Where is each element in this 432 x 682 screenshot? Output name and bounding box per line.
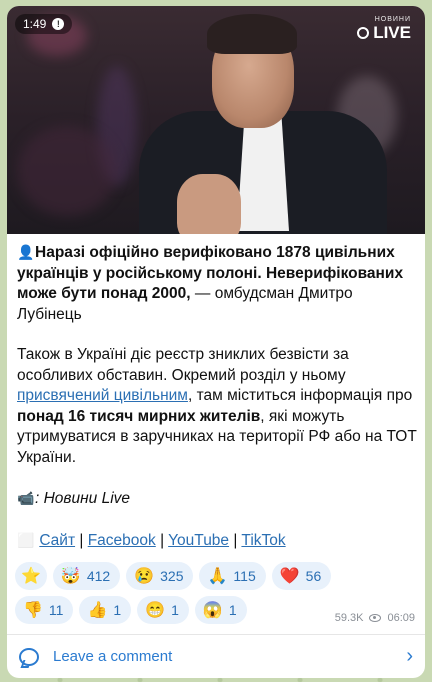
reaction-pray[interactable]: 🙏 115 bbox=[199, 562, 266, 590]
post-meta: 59.3K 06:09 bbox=[335, 612, 415, 624]
facebook-link[interactable]: Facebook bbox=[88, 532, 156, 549]
star-reaction[interactable]: ⭐ bbox=[15, 562, 47, 590]
reaction-crying[interactable]: 😢 325 bbox=[126, 562, 194, 590]
video-player[interactable]: 1:49 ! НОВИНИ LIVE bbox=[7, 6, 425, 234]
source-line: 📹: Новини Live bbox=[17, 490, 131, 507]
post-time: 06:09 bbox=[387, 612, 415, 624]
crying-icon: 😢 bbox=[134, 568, 155, 585]
mute-icon[interactable]: ! bbox=[52, 18, 65, 30]
paragraph-1: 👤Наразі офіційно верифіковано 1878 цивіл… bbox=[17, 244, 404, 323]
eye-icon bbox=[369, 614, 382, 622]
civilians-section-link[interactable]: присвячений цивільним bbox=[17, 387, 188, 404]
heart-icon: ❤️ bbox=[279, 568, 300, 585]
channel-logo: НОВИНИ LIVE bbox=[357, 16, 411, 43]
logo-circle-icon bbox=[357, 27, 370, 39]
thumbs-up-icon: 👍 bbox=[87, 602, 108, 619]
person-icon: 👤 bbox=[17, 244, 35, 260]
thumbs-down-icon: 👎 bbox=[23, 602, 43, 619]
reaction-thumbs-up[interactable]: 👍 1 bbox=[79, 596, 132, 624]
tiktok-link[interactable]: TikTok bbox=[241, 532, 285, 549]
reaction-mind-blown[interactable]: 🤯 412 bbox=[52, 562, 121, 590]
square-icon: ⬜ bbox=[17, 531, 35, 548]
paragraph-2: Також в Україні діє реєстр зниклих безві… bbox=[17, 346, 417, 466]
pray-icon: 🙏 bbox=[207, 568, 228, 585]
reaction-thumbs-down[interactable]: 👎 11 bbox=[15, 596, 74, 624]
video-camera-icon: 📹 bbox=[17, 490, 35, 506]
video-duration-badge: 1:49 ! bbox=[15, 14, 73, 34]
chevron-right-icon: › bbox=[406, 645, 413, 667]
star-icon: ⭐ bbox=[21, 568, 41, 585]
view-count: 59.3K bbox=[334, 612, 364, 624]
social-links: ⬜ Сайт | Facebook | YouTube | TikTok bbox=[17, 531, 286, 549]
youtube-link[interactable]: YouTube bbox=[168, 532, 229, 549]
reaction-row-1: ⭐ 🤯 412 😢 325 🙏 115 ❤️ 56 bbox=[15, 562, 425, 590]
post-text: 👤Наразі офіційно верифіковано 1878 цивіл… bbox=[17, 242, 417, 551]
channel-post: 1:49 ! НОВИНИ LIVE 👤Наразі офіційно вери… bbox=[7, 6, 425, 678]
reaction-grin[interactable]: 😁 1 bbox=[137, 596, 189, 624]
grin-icon: 😁 bbox=[145, 602, 166, 619]
speaker-hand bbox=[177, 174, 241, 234]
scream-icon: 😱 bbox=[202, 602, 223, 619]
leave-comment-label: Leave a comment bbox=[53, 648, 173, 665]
duration-text: 1:49 bbox=[23, 17, 47, 31]
reaction-scream[interactable]: 😱 1 bbox=[194, 596, 247, 624]
comment-bubble-icon bbox=[19, 647, 39, 666]
reaction-heart[interactable]: ❤️ 56 bbox=[271, 562, 332, 590]
mind-blown-icon: 🤯 bbox=[60, 568, 81, 585]
leave-comment-button[interactable]: Leave a comment › bbox=[7, 635, 425, 678]
site-link[interactable]: Сайт bbox=[39, 532, 75, 549]
